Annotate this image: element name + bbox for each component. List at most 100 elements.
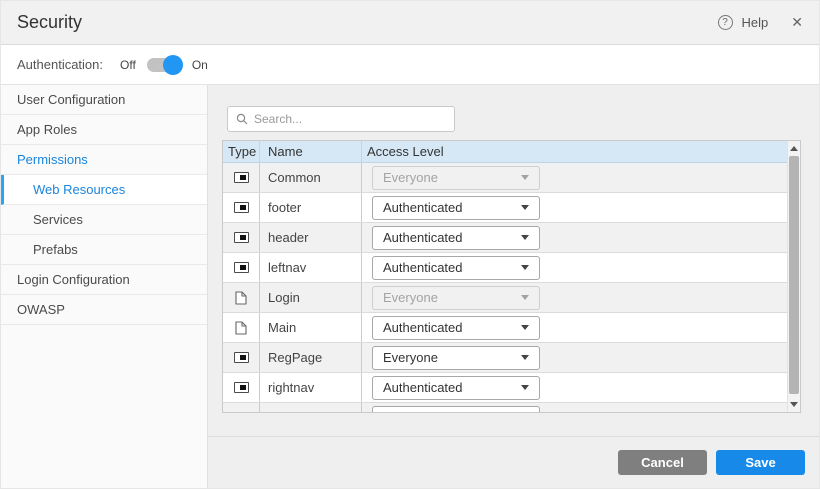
resource-name: header	[260, 223, 362, 252]
access-level-value: Authenticated	[383, 260, 463, 275]
resource-name: Common	[260, 163, 362, 192]
table-row: Login Everyone	[223, 283, 787, 313]
chevron-down-icon	[521, 385, 529, 390]
partial-type-icon	[234, 382, 249, 393]
access-level-select[interactable]: Authenticated	[372, 256, 540, 280]
access-level-cell: Authenticated	[362, 193, 787, 222]
column-header-type: Type	[223, 141, 260, 162]
table-row: footer Authenticated	[223, 193, 787, 223]
sidebar-item-services[interactable]: Services	[1, 205, 207, 235]
access-level-value: Authenticated	[383, 380, 463, 395]
resource-name: leftnav	[260, 253, 362, 282]
access-level-value: Everyone	[383, 290, 438, 305]
access-level-select[interactable]: Authenticated	[372, 376, 540, 400]
page-type-icon	[235, 291, 247, 305]
chevron-down-icon	[521, 295, 529, 300]
chevron-down-icon	[521, 355, 529, 360]
sidebar-item-login-configuration[interactable]: Login Configuration	[1, 265, 207, 295]
partial-type-icon	[234, 262, 249, 273]
window-header: Security ? Help ✕	[1, 1, 819, 45]
partial-type-icon	[234, 202, 249, 213]
toggle-knob	[163, 55, 183, 75]
search-box	[227, 106, 455, 132]
access-level-select[interactable]: Authenticated	[372, 316, 540, 340]
access-level-select: Everyone	[372, 286, 540, 310]
chevron-down-icon	[521, 325, 529, 330]
type-cell	[223, 313, 260, 342]
scroll-up-arrow-icon[interactable]	[790, 146, 798, 151]
authentication-label: Authentication:	[17, 57, 103, 72]
sidebar-item-owasp[interactable]: OWASP	[1, 295, 207, 325]
table-row: RegPage Everyone	[223, 343, 787, 373]
access-level-cell: Authenticated	[362, 253, 787, 282]
toggle-on-label: On	[192, 58, 208, 72]
type-cell	[223, 223, 260, 252]
access-level-cell: Authenticated	[362, 313, 787, 342]
sidebar-item-prefabs[interactable]: Prefabs	[1, 235, 207, 265]
search-input[interactable]	[254, 112, 446, 126]
access-level-cell: Authenticated	[362, 223, 787, 252]
access-level-select[interactable]	[372, 406, 540, 413]
table-row: Common Everyone	[223, 163, 787, 193]
resources-table: Type Name Access Level Common Everyone foo…	[222, 140, 801, 413]
help-link[interactable]: Help	[742, 15, 769, 30]
partial-type-icon	[234, 172, 249, 183]
column-header-access-level: Access Level	[362, 141, 787, 162]
type-cell	[223, 343, 260, 372]
help-icon[interactable]: ?	[718, 15, 733, 30]
type-cell	[223, 403, 260, 412]
sidebar-item-app-roles[interactable]: App Roles	[1, 115, 207, 145]
access-level-value: Authenticated	[383, 230, 463, 245]
access-level-cell: Everyone	[362, 163, 787, 192]
access-level-value: Authenticated	[383, 200, 463, 215]
save-button[interactable]: Save	[716, 450, 805, 475]
type-cell	[223, 193, 260, 222]
resource-name: Login	[260, 283, 362, 312]
search-icon	[236, 113, 248, 125]
resource-name: Main	[260, 313, 362, 342]
partial-type-icon	[234, 232, 249, 243]
access-level-value: Everyone	[383, 350, 438, 365]
access-level-value: Authenticated	[383, 320, 463, 335]
column-header-name: Name	[260, 141, 362, 162]
chevron-down-icon	[521, 175, 529, 180]
access-level-select[interactable]: Authenticated	[372, 226, 540, 250]
page-title: Security	[17, 12, 82, 33]
sidebar-item-permissions[interactable]: Permissions	[1, 145, 207, 175]
scrollbar-thumb[interactable]	[789, 156, 799, 394]
resource-name: RegPage	[260, 343, 362, 372]
access-level-cell: Everyone	[362, 343, 787, 372]
resource-name: footer	[260, 193, 362, 222]
partial-type-icon	[234, 352, 249, 363]
chevron-down-icon	[521, 235, 529, 240]
chevron-down-icon	[521, 265, 529, 270]
resource-name	[260, 403, 362, 412]
sidebar-item-web-resources[interactable]: Web Resources	[1, 175, 207, 205]
access-level-cell: Authenticated	[362, 373, 787, 402]
scroll-down-arrow-icon[interactable]	[790, 402, 798, 407]
authentication-toggle[interactable]	[145, 55, 183, 75]
table-row: leftnav Authenticated	[223, 253, 787, 283]
security-window: Security ? Help ✕ Authentication: Off On…	[0, 0, 820, 489]
type-cell	[223, 253, 260, 282]
type-cell	[223, 283, 260, 312]
type-cell	[223, 373, 260, 402]
access-level-cell	[362, 403, 787, 412]
access-level-select: Everyone	[372, 166, 540, 190]
sidebar: User ConfigurationApp RolesPermissionsWe…	[1, 85, 208, 488]
table-scrollbar[interactable]	[787, 141, 800, 412]
access-level-select[interactable]: Everyone	[372, 346, 540, 370]
toggle-off-label: Off	[120, 58, 136, 72]
table-row: Main Authenticated	[223, 313, 787, 343]
close-icon[interactable]: ✕	[791, 14, 803, 31]
cancel-button[interactable]: Cancel	[618, 450, 707, 475]
access-level-cell: Everyone	[362, 283, 787, 312]
access-level-select[interactable]: Authenticated	[372, 196, 540, 220]
page-type-icon	[235, 321, 247, 335]
table-row: header Authenticated	[223, 223, 787, 253]
authentication-bar: Authentication: Off On	[1, 45, 819, 85]
type-cell	[223, 163, 260, 192]
sidebar-item-user-configuration[interactable]: User Configuration	[1, 85, 207, 115]
access-level-value: Everyone	[383, 170, 438, 185]
footer-divider	[208, 436, 819, 437]
